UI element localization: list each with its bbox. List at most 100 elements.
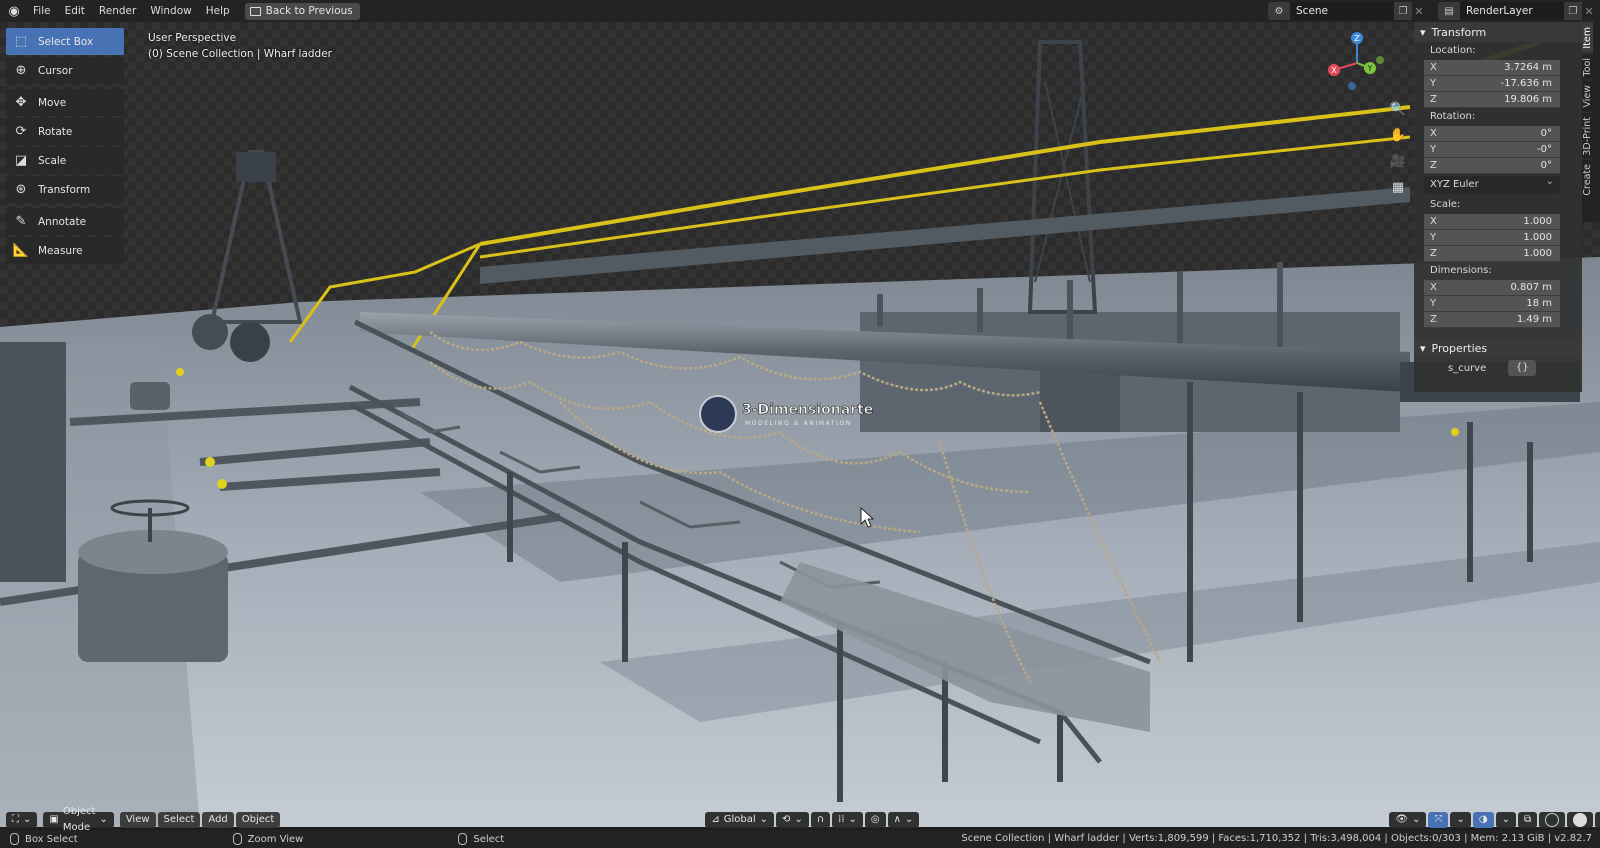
field-value: 1.000 xyxy=(1523,216,1552,227)
zoom-icon[interactable]: 🔍 xyxy=(1388,100,1408,118)
falloff-dropdown[interactable]: ∧ ⌄ xyxy=(887,812,920,828)
scale-z-field[interactable]: Z 1.000 xyxy=(1424,246,1560,262)
dimensions-z-field[interactable]: Z 1.49 m xyxy=(1424,312,1560,328)
viewport-info: User Perspective (0) Scene Collection | … xyxy=(148,30,332,62)
rotation-y-field[interactable]: Y -0° xyxy=(1424,142,1560,158)
tool-transform[interactable]: ⊛ Transform xyxy=(6,176,124,203)
xray-icon: ⧉ xyxy=(1523,814,1532,825)
scene-render: 3-Dimensionarte MODELING & ANIMATION xyxy=(0,39,1600,827)
axis-label: Z xyxy=(1430,94,1437,105)
rotation-mode-dropdown[interactable]: XYZ Euler xyxy=(1424,173,1560,194)
location-z-field[interactable]: Z 19.806 m xyxy=(1424,92,1560,108)
tool-annotate[interactable]: ✎ Annotate xyxy=(6,208,124,235)
tab-item[interactable]: Item xyxy=(1582,22,1593,53)
menu-object[interactable]: Object xyxy=(235,812,281,828)
remove-scene-icon[interactable]: ✕ xyxy=(1412,2,1426,20)
menu-select[interactable]: Select xyxy=(157,812,201,828)
transform-icon: ⊛ xyxy=(15,182,27,197)
pan-hand-icon[interactable]: ✋ xyxy=(1388,126,1408,144)
tool-label: Rotate xyxy=(38,125,73,138)
pivot-dropdown[interactable]: ⟲ ⌄ xyxy=(776,812,809,828)
axis-label: Z xyxy=(1430,314,1437,325)
menu-edit[interactable]: Edit xyxy=(58,0,92,22)
axis-label: Z xyxy=(1430,160,1437,171)
back-to-previous-button[interactable]: Back to Previous xyxy=(244,2,360,20)
tool-label: Transform xyxy=(38,183,91,196)
tool-measure[interactable]: 📐 Measure xyxy=(6,237,124,264)
mode-dropdown[interactable]: ▣ Object Mode ⌄ xyxy=(43,806,114,833)
overlays-icon: ◑ xyxy=(1478,814,1488,825)
dimensions-y-field[interactable]: Y 18 m xyxy=(1424,296,1560,312)
menu-view[interactable]: View xyxy=(119,812,156,828)
shading-solid-button[interactable] xyxy=(1567,812,1594,828)
dimensions-x-field[interactable]: X 0.807 m xyxy=(1424,280,1560,296)
transform-panel-header[interactable]: ▾ Transform xyxy=(1414,22,1582,42)
overlays-toggle[interactable]: ◑ xyxy=(1472,812,1494,828)
tool-label: Cursor xyxy=(38,64,73,77)
chevron-down-icon: ⌄ xyxy=(1456,814,1465,825)
orientation-icon: ⊿ xyxy=(711,814,720,825)
new-scene-icon[interactable]: ❐ xyxy=(1394,2,1412,20)
tool-rotate[interactable]: ⟳ Rotate xyxy=(6,118,124,145)
blender-logo-icon[interactable]: ◉ xyxy=(2,0,26,22)
transform-title: Transform xyxy=(1431,25,1487,39)
tab-3d-print[interactable]: 3D-Print xyxy=(1582,111,1593,160)
rotation-z-field[interactable]: Z 0° xyxy=(1424,158,1560,174)
snap-toggle[interactable]: ∩ xyxy=(810,812,831,828)
tool-move[interactable]: ✥ Move xyxy=(6,89,124,116)
xray-toggle[interactable]: ⧉ xyxy=(1517,812,1538,828)
menu-render[interactable]: Render xyxy=(92,0,143,22)
overlays-dropdown[interactable]: ⌄ xyxy=(1495,812,1516,828)
scene-name-field[interactable]: Scene xyxy=(1290,2,1394,20)
scale-x-field[interactable]: X 1.000 xyxy=(1424,214,1560,230)
gizmo-toggle[interactable]: ⤧ xyxy=(1428,812,1449,828)
proportional-edit-toggle[interactable]: ◎ xyxy=(864,812,886,828)
tab-create[interactable]: Create xyxy=(1582,159,1593,200)
camera-icon[interactable]: 🎥 xyxy=(1388,152,1408,170)
menu-help[interactable]: Help xyxy=(199,0,237,22)
eye-icon: 👁 xyxy=(1395,814,1409,825)
tool-scale[interactable]: ◪ Scale xyxy=(6,147,124,174)
grid-perspective-icon[interactable]: ▦ xyxy=(1388,178,1408,196)
visibility-dropdown[interactable]: 👁 ⌄ xyxy=(1389,812,1427,828)
new-render-layer-icon[interactable]: ❐ xyxy=(1564,2,1582,20)
scene-selector[interactable]: ⚙ Scene ❐ ✕ xyxy=(1268,2,1426,20)
status-hint-text: Select xyxy=(473,833,505,845)
axis-label: X xyxy=(1430,282,1437,293)
property-value-field[interactable]: {} xyxy=(1508,360,1537,376)
tool-label: Scale xyxy=(38,154,67,167)
menu-file[interactable]: File xyxy=(26,0,58,22)
tool-label: Select Box xyxy=(38,35,94,48)
field-value: 19.806 m xyxy=(1504,94,1552,105)
navigation-gizmo[interactable]: Z X Y xyxy=(1326,30,1388,92)
editor-type-button[interactable]: ⛶ ⌄ xyxy=(6,812,38,828)
remove-render-layer-icon[interactable]: ✕ xyxy=(1582,2,1596,20)
tab-view[interactable]: View xyxy=(1582,80,1593,112)
status-hint-text: Zoom View xyxy=(247,833,304,845)
solid-shading-icon xyxy=(1573,813,1588,827)
shading-wireframe-button[interactable] xyxy=(1539,812,1566,828)
menu-add[interactable]: Add xyxy=(202,812,234,828)
tool-select-box[interactable]: ⬚ Select Box xyxy=(6,28,124,55)
location-x-field[interactable]: X 3.7264 m xyxy=(1424,60,1560,76)
gizmo-dropdown[interactable]: ⌄ xyxy=(1450,812,1471,828)
snap-target-dropdown[interactable]: ⁞⁞ ⌄ xyxy=(832,812,863,828)
proportional-icon: ◎ xyxy=(870,814,880,825)
tool-cursor[interactable]: ⊕ Cursor xyxy=(6,57,124,84)
menu-window[interactable]: Window xyxy=(143,0,198,22)
rotation-x-field[interactable]: X 0° xyxy=(1424,126,1560,142)
gizmo-y-label: Y xyxy=(1367,64,1373,73)
pivot-icon: ⟲ xyxy=(782,814,791,825)
orientation-dropdown[interactable]: ⊿ Global ⌄ xyxy=(705,812,775,828)
tab-tool[interactable]: Tool xyxy=(1582,52,1593,81)
properties-panel-header[interactable]: ▾ Properties xyxy=(1414,338,1582,358)
render-layer-field[interactable]: RenderLayer xyxy=(1460,2,1564,20)
3d-viewport[interactable]: 3-Dimensionarte MODELING & ANIMATION ⬚ Se… xyxy=(0,22,1600,827)
render-layer-selector[interactable]: ▤ RenderLayer ❐ ✕ xyxy=(1438,2,1596,20)
axis-label: Y xyxy=(1430,78,1437,89)
scale-y-field[interactable]: Y 1.000 xyxy=(1424,230,1560,246)
field-value: 3.7264 m xyxy=(1504,62,1552,73)
shading-material-button[interactable] xyxy=(1595,812,1600,828)
watermark-title: 3-Dimensionarte xyxy=(742,402,873,418)
location-y-field[interactable]: Y -17.636 m xyxy=(1424,76,1560,92)
